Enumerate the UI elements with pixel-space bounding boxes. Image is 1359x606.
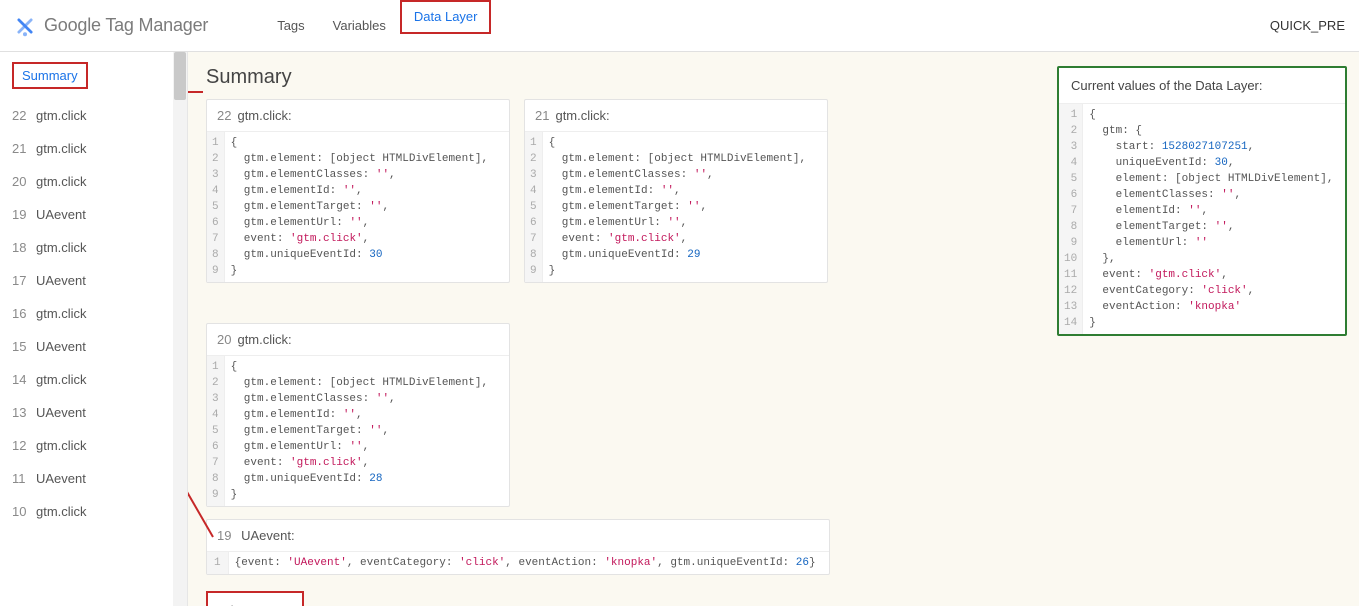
tab-variables[interactable]: Variables [319, 0, 400, 52]
sidebar-event-item[interactable]: 22gtm.click [4, 99, 183, 132]
product-logo: Google Tag Manager [14, 15, 208, 37]
sidebar-event-item[interactable]: 19UAevent [4, 198, 183, 231]
card-head: 22gtm.click: [207, 100, 509, 131]
sidebar-summary[interactable]: Summary [12, 62, 88, 89]
event-card: 22gtm.click: 1 2 3 4 5 6 7 8 9 { gtm.ele… [206, 99, 510, 283]
show-more-button[interactable]: Show More [206, 591, 304, 606]
main-panel: Summary 22gtm.click: 1 2 3 4 5 6 7 8 9 {… [188, 52, 1057, 606]
main-body: Summary 22gtm.click21gtm.click20gtm.clic… [0, 52, 1359, 606]
tab-tags[interactable]: Tags [263, 0, 318, 52]
sidebar-event-item[interactable]: 21gtm.click [4, 132, 183, 165]
event-code: { gtm.element: [object HTMLDivElement], … [543, 132, 812, 282]
sidebar-event-item[interactable]: 10gtm.click [4, 495, 183, 528]
data-layer-card: Current values of the Data Layer: 1 2 3 … [1057, 66, 1347, 336]
sidebar-event-item[interactable]: 14gtm.click [4, 363, 183, 396]
tab-data-layer[interactable]: Data Layer [400, 0, 492, 34]
scrollbar-thumb[interactable] [174, 52, 186, 100]
uaevent-card: 19 UAevent: 1 {event: 'UAevent', eventCa… [206, 519, 830, 575]
product-name: Google Tag Manager [44, 15, 208, 36]
card-head: 21gtm.click: [525, 100, 827, 131]
event-list: 22gtm.click21gtm.click20gtm.click19UAeve… [0, 97, 187, 530]
sidebar-event-item[interactable]: 15UAevent [4, 330, 183, 363]
sidebar-event-item[interactable]: 18gtm.click [4, 231, 183, 264]
event-sidebar: Summary 22gtm.click21gtm.click20gtm.clic… [0, 52, 188, 606]
data-layer-title: Current values of the Data Layer: [1059, 68, 1345, 103]
event-code: { gtm.element: [object HTMLDivElement], … [225, 356, 494, 506]
data-layer-panel: Current values of the Data Layer: 1 2 3 … [1057, 52, 1359, 606]
sidebar-event-item[interactable]: 17UAevent [4, 264, 183, 297]
top-nav: Tags Variables Data Layer [263, 0, 491, 52]
event-card: 21gtm.click: 1 2 3 4 5 6 7 8 9 { gtm.ele… [524, 99, 828, 283]
event-card: 20gtm.click: 1 2 3 4 5 6 7 8 9 { gtm.ele… [206, 323, 510, 507]
uaevent-code: {event: 'UAevent', eventCategory: 'click… [229, 552, 822, 574]
sidebar-event-item[interactable]: 16gtm.click [4, 297, 183, 330]
gtm-logo-icon [14, 15, 36, 37]
sidebar-event-item[interactable]: 11UAevent [4, 462, 183, 495]
container-id: QUICK_PRE [1270, 18, 1345, 33]
card-head: 20gtm.click: [207, 324, 509, 355]
page-title: Summary [206, 66, 1039, 89]
card-head: 19 UAevent: [207, 520, 829, 551]
top-bar: Google Tag Manager Tags Variables Data L… [0, 0, 1359, 52]
scrollbar[interactable] [173, 52, 187, 606]
sidebar-event-item[interactable]: 12gtm.click [4, 429, 183, 462]
sidebar-event-item[interactable]: 20gtm.click [4, 165, 183, 198]
annotation-arrow-1 [188, 82, 208, 102]
data-layer-code: { gtm: { start: 1528027107251, uniqueEve… [1083, 104, 1339, 334]
event-cards: 22gtm.click: 1 2 3 4 5 6 7 8 9 { gtm.ele… [206, 99, 846, 519]
event-code: { gtm.element: [object HTMLDivElement], … [225, 132, 494, 282]
sidebar-event-item[interactable]: 13UAevent [4, 396, 183, 429]
